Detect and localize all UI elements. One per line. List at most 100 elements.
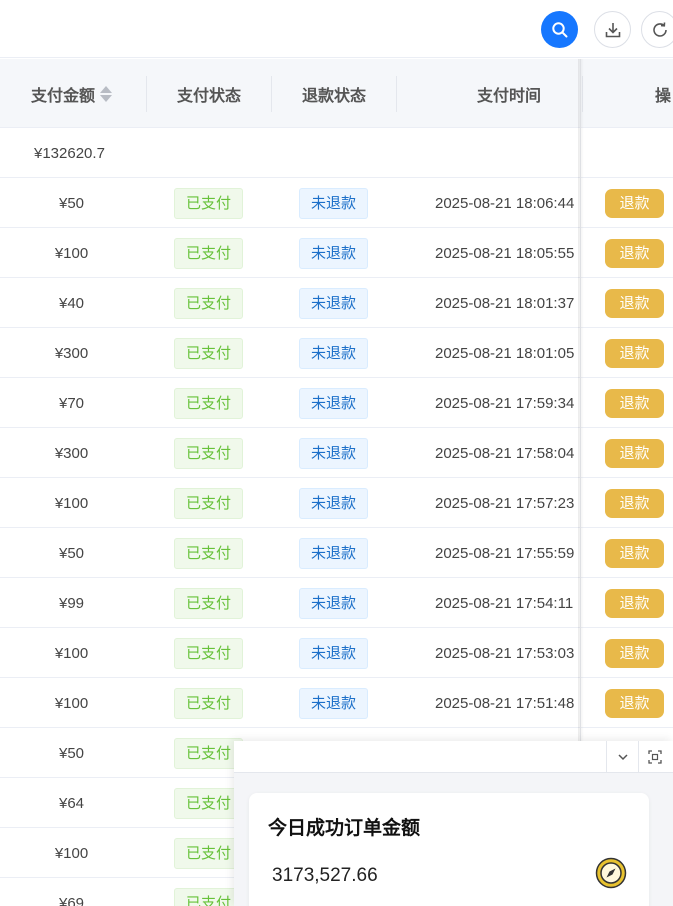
operation-cell: 退款	[605, 178, 665, 228]
refund-button[interactable]: 退款	[605, 538, 664, 568]
refund-status-tag: 未退款	[299, 237, 369, 269]
pay-time-cell: 2025-08-21 17:59:34	[435, 394, 575, 412]
download-button[interactable]	[594, 11, 631, 48]
amount-cell: ¥50	[58, 194, 85, 212]
table-row: ¥100 已支付 未退款 2025-08-21 17:51:48 退款	[0, 678, 673, 728]
refund-status-tag: 未退款	[299, 337, 369, 369]
pay-status-cell: 已支付	[174, 428, 244, 478]
pay-status-cell: 已支付	[174, 478, 244, 528]
pay-status-tag: 已支付	[174, 787, 244, 819]
table-row: ¥40 已支付 未退款 2025-08-21 18:01:37 退款	[0, 278, 673, 328]
refund-button[interactable]: 退款	[605, 438, 664, 468]
stat-card: 今日成功订单金额 3173,527.66	[249, 793, 649, 906]
refund-button[interactable]: 退款	[605, 288, 664, 318]
fullscreen-icon	[647, 750, 662, 764]
sort-icon[interactable]	[100, 85, 112, 102]
table-row: ¥300 已支付 未退款 2025-08-21 17:58:04 退款	[0, 428, 673, 478]
pay-time-cell: 2025-08-21 17:57:23	[435, 494, 575, 512]
refund-button[interactable]: 退款	[605, 688, 664, 718]
amount-cell: ¥64	[58, 794, 85, 812]
amount-cell: ¥50	[58, 544, 85, 562]
refund-status-tag: 未退款	[299, 187, 369, 219]
table-row: ¥300 已支付 未退款 2025-08-21 18:01:05 退款	[0, 328, 673, 378]
amount-cell: ¥100	[54, 494, 89, 512]
refund-button[interactable]: 退款	[605, 338, 664, 368]
refund-button[interactable]: 退款	[605, 588, 664, 618]
operation-cell: 退款	[605, 228, 665, 278]
refund-status-cell: 未退款	[299, 478, 369, 528]
refund-status-cell: 未退款	[299, 528, 369, 578]
operation-cell: 退款	[605, 578, 665, 628]
stats-widget: 今日成功订单金额 3173,527.66	[234, 741, 673, 906]
refund-status-cell: 未退款	[299, 228, 369, 278]
pay-time-cell: 2025-08-21 17:51:48	[435, 694, 575, 712]
pay-time-cell: 2025-08-21 18:05:55	[435, 244, 575, 262]
stat-title: 今日成功订单金额	[268, 818, 421, 839]
pay-status-tag: 已支付	[174, 487, 244, 519]
pay-status-tag: 已支付	[174, 737, 244, 769]
toolbar	[0, 0, 673, 58]
amount-cell: ¥300	[54, 444, 89, 462]
pay-time-cell: 2025-08-21 17:54:11	[435, 594, 574, 612]
amount-cell: ¥99	[58, 594, 85, 612]
header-pay-status: 支付状态	[176, 87, 241, 105]
widget-collapse-button[interactable]	[606, 741, 638, 773]
refund-button[interactable]: 退款	[605, 238, 664, 268]
amount-cell: ¥50	[58, 744, 85, 762]
pay-time-cell: 2025-08-21 18:06:44	[435, 194, 575, 212]
header-amount[interactable]: 支付金额	[0, 59, 143, 128]
pay-status-cell: 已支付	[174, 178, 244, 228]
pay-status-cell: 已支付	[174, 678, 244, 728]
table-row: ¥50 已支付 未退款 2025-08-21 18:06:44 退款	[0, 178, 673, 228]
refund-status-tag: 未退款	[299, 437, 369, 469]
pay-status-cell: 已支付	[174, 628, 244, 678]
amount-cell: ¥100	[54, 694, 89, 712]
compass-icon	[595, 857, 627, 889]
widget-toolbar	[234, 741, 673, 773]
table-header: 支付金额 支付状态 退款状态 支付时间 操	[0, 59, 673, 128]
refund-status-tag: 未退款	[299, 687, 369, 719]
refund-status-tag: 未退款	[299, 537, 369, 569]
amount-cell: ¥70	[58, 394, 85, 412]
pay-status-tag: 已支付	[174, 387, 244, 419]
amount-cell: ¥100	[54, 244, 89, 262]
pay-status-tag: 已支付	[174, 337, 244, 369]
refund-status-cell: 未退款	[299, 378, 369, 428]
pay-time-cell: 2025-08-21 18:01:37	[435, 294, 575, 312]
refund-status-tag: 未退款	[299, 487, 369, 519]
refresh-icon	[652, 21, 667, 37]
table-row: ¥70 已支付 未退款 2025-08-21 17:59:34 退款	[0, 378, 673, 428]
operation-cell: 退款	[605, 328, 665, 378]
table-row: ¥100 已支付 未退款 2025-08-21 18:05:55 退款	[0, 228, 673, 278]
refresh-button[interactable]	[641, 11, 673, 48]
refund-status-cell: 未退款	[299, 628, 369, 678]
pay-status-cell: 已支付	[174, 528, 244, 578]
search-button[interactable]	[541, 11, 578, 48]
pay-status-tag: 已支付	[174, 687, 244, 719]
operation-cell: 退款	[605, 428, 665, 478]
summary-amount: ¥132620.7	[34, 144, 105, 162]
refund-button[interactable]: 退款	[605, 388, 664, 418]
operation-cell: 退款	[605, 478, 665, 528]
amount-cell: ¥40	[58, 294, 85, 312]
pay-time-cell: 2025-08-21 17:55:59	[435, 544, 575, 562]
refund-button[interactable]: 退款	[605, 488, 664, 518]
pay-status-tag: 已支付	[174, 287, 244, 319]
stat-value: 3173,527.66	[272, 865, 378, 886]
refund-button[interactable]: 退款	[605, 188, 664, 218]
pay-status-cell: 已支付	[174, 378, 244, 428]
pay-status-tag: 已支付	[174, 637, 244, 669]
refund-status-cell: 未退款	[299, 178, 369, 228]
pay-status-cell: 已支付	[174, 578, 244, 628]
refund-status-tag: 未退款	[299, 587, 369, 619]
refund-status-cell: 未退款	[299, 578, 369, 628]
pay-status-tag: 已支付	[174, 587, 244, 619]
refund-button[interactable]: 退款	[605, 638, 664, 668]
chevron-down-icon	[617, 754, 628, 761]
table-row: ¥99 已支付 未退款 2025-08-21 17:54:11 退款	[0, 578, 673, 628]
widget-fullscreen-button[interactable]	[638, 741, 670, 773]
amount-cell: ¥69	[58, 894, 85, 906]
refund-status-cell: 未退款	[299, 428, 369, 478]
pay-time-cell: 2025-08-21 17:58:04	[435, 444, 575, 462]
download-icon	[605, 22, 620, 37]
